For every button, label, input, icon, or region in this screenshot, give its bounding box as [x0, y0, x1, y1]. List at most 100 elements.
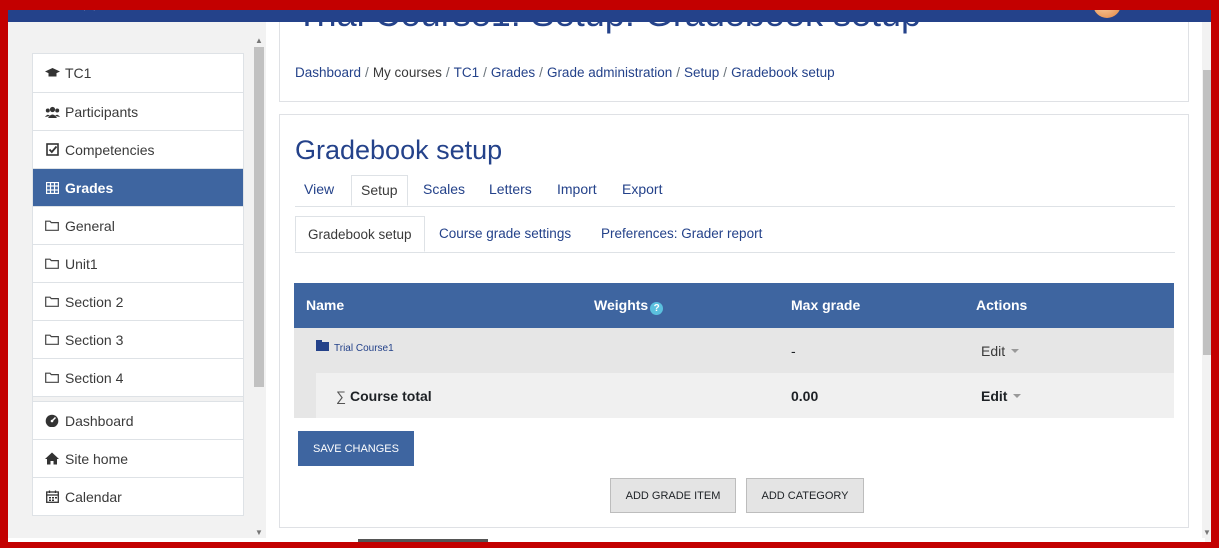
- folder-outline-icon: [43, 372, 61, 383]
- sidebar-item-label: Calendar: [65, 488, 122, 505]
- sidebar-item-section-4[interactable]: Section 4: [33, 358, 243, 396]
- calendar-icon: [43, 490, 61, 503]
- max-grade-cell: 0.00: [791, 388, 819, 404]
- course-total-cell: ∑ Course total: [336, 388, 432, 404]
- sidebar-item-label: Competencies: [65, 141, 155, 158]
- category-name: Trial Course1: [334, 343, 394, 354]
- breadcrumb: Dashboard / My courses / TC1/Grades / Grade ad…: [295, 65, 835, 80]
- sidebar-item-label: Section 3: [65, 331, 124, 348]
- table-icon: [43, 181, 61, 194]
- breadcrumb-gradebook-setup[interactable]: Gradebook setup: [731, 65, 835, 80]
- tab-setup[interactable]: Setup: [351, 175, 408, 206]
- table-row: ∑ Course total 0.00 Edit: [294, 373, 1174, 418]
- edit-label: Edit: [981, 388, 1008, 404]
- breadcrumb-dashboard[interactable]: Dashboard: [295, 65, 361, 80]
- add-category-button[interactable]: ADD CATEGORY: [746, 478, 864, 513]
- breadcrumb-grades[interactable]: Grades: [491, 65, 535, 80]
- scroll-up-icon[interactable]: ▲: [255, 36, 263, 45]
- course-total-name: Course total: [349, 388, 432, 404]
- scroll-down-icon[interactable]: ▼: [1203, 528, 1211, 537]
- breadcrumb-grade-administration[interactable]: Grade administration: [547, 65, 672, 80]
- folder-outline-icon: [43, 258, 61, 269]
- edit-label: Edit: [981, 343, 1006, 359]
- sidebar-item-participants[interactable]: Participants: [33, 92, 243, 130]
- check-square-icon: [43, 143, 61, 156]
- max-grade-cell: -: [791, 343, 796, 359]
- page-header: Trial Course1: Setup: Gradebook setup Da…: [279, 0, 1189, 102]
- subtab-preferences-grader-report[interactable]: Preferences: Grader report: [589, 216, 774, 252]
- subtab-gradebook-setup[interactable]: Gradebook setup: [295, 216, 425, 252]
- sidebar-item-section-2[interactable]: Section 2: [33, 282, 243, 320]
- edit-menu[interactable]: Edit: [981, 343, 1020, 359]
- sidebar-item-label: General: [65, 217, 115, 234]
- folder-icon: [316, 340, 329, 351]
- sidebar-item-label: TC1: [65, 65, 92, 81]
- folder-outline-icon: [43, 296, 61, 307]
- column-header-weights: Weights?: [594, 297, 664, 315]
- sidebar-item-label: Dashboard: [65, 412, 134, 429]
- secondary-tabs: Gradebook setup Course grade settings Pr…: [295, 216, 1175, 253]
- sidebar-item-dashboard[interactable]: Dashboard: [33, 401, 243, 439]
- graduation-cap-icon: [43, 67, 61, 79]
- sigma-icon: ∑: [336, 388, 346, 404]
- sidebar-item-tc1[interactable]: TC1: [33, 54, 243, 92]
- breadcrumb-setup[interactable]: Setup: [684, 65, 719, 80]
- edit-menu[interactable]: Edit: [981, 388, 1022, 404]
- scrollbar-thumb[interactable]: [358, 539, 488, 542]
- sidebar-item-label: Grades: [65, 179, 114, 196]
- row-indent: [294, 373, 316, 418]
- save-changes-button[interactable]: SAVE CHANGES: [298, 431, 414, 466]
- table-header: Name Weights? Max grade Actions: [294, 283, 1174, 328]
- top-navbar: ✕: [0, 0, 1219, 22]
- breadcrumb-tc1[interactable]: TC1: [454, 65, 480, 80]
- chevron-down-icon: [1011, 349, 1020, 353]
- tab-scales[interactable]: Scales: [414, 175, 474, 206]
- sidebar-item-label: Participants: [65, 103, 139, 120]
- column-header-name: Name: [306, 297, 345, 313]
- course-nav-list: TC1 Participants Competencies Grades Gen…: [32, 53, 244, 516]
- column-header-actions: Actions: [976, 297, 1028, 313]
- sidebar-item-section-3[interactable]: Section 3: [33, 320, 243, 358]
- chevron-down-icon: [1013, 394, 1022, 398]
- table-row: Trial Course1 - Edit: [294, 328, 1174, 373]
- tachometer-icon: [43, 414, 61, 427]
- tab-view[interactable]: View: [295, 175, 343, 206]
- scroll-down-icon[interactable]: ▼: [255, 528, 263, 537]
- folder-outline-icon: [43, 334, 61, 345]
- sidebar-item-calendar[interactable]: Calendar: [33, 477, 243, 515]
- category-name-cell[interactable]: Trial Course1: [316, 340, 394, 354]
- home-icon: [43, 452, 61, 465]
- avatar[interactable]: [1093, 0, 1121, 18]
- sidebar-item-label: Section 2: [65, 293, 124, 310]
- horizontal-scrollbar[interactable]: [8, 538, 1205, 542]
- drawer-scrollbar[interactable]: ▲ ▼: [252, 22, 266, 542]
- sidebar-item-label: Site home: [65, 450, 129, 467]
- sidebar-item-label: Section 4: [65, 369, 124, 386]
- scrollbar-thumb[interactable]: [254, 47, 264, 387]
- column-header-max-grade: Max grade: [791, 297, 861, 313]
- page-scrollbar[interactable]: ▼: [1202, 22, 1213, 542]
- weights-label: Weights: [594, 297, 649, 313]
- tab-import[interactable]: Import: [548, 175, 606, 206]
- tab-export[interactable]: Export: [613, 175, 671, 206]
- subtab-course-grade-settings[interactable]: Course grade settings: [427, 216, 583, 252]
- sidebar-item-general[interactable]: General: [33, 206, 243, 244]
- sidebar-item-competencies[interactable]: Competencies: [33, 130, 243, 168]
- users-icon: [43, 106, 61, 118]
- primary-tabs: View Setup Scales Letters Import Export: [295, 175, 1175, 207]
- sidebar-item-unit1[interactable]: Unit1: [33, 244, 243, 282]
- breadcrumb-my-courses: My courses: [372, 65, 442, 80]
- close-drawer-icon[interactable]: ✕: [80, 0, 98, 18]
- sidebar-item-grades[interactable]: Grades: [33, 168, 243, 206]
- sidebar-item-label: Unit1: [65, 255, 98, 272]
- main-region: Gradebook setup View Setup Scales Letter…: [279, 114, 1189, 528]
- help-icon[interactable]: ?: [650, 302, 664, 315]
- sidebar-item-site-home[interactable]: Site home: [33, 439, 243, 477]
- nav-drawer: TC1 Participants Competencies Grades Gen…: [8, 22, 266, 542]
- folder-outline-icon: [43, 220, 61, 231]
- scrollbar-thumb[interactable]: [1203, 70, 1212, 355]
- add-grade-item-button[interactable]: ADD GRADE ITEM: [610, 478, 736, 513]
- gradebook-table: Name Weights? Max grade Actions Trial Co…: [294, 283, 1174, 418]
- tab-letters[interactable]: Letters: [480, 175, 541, 206]
- section-heading: Gradebook setup: [295, 135, 503, 165]
